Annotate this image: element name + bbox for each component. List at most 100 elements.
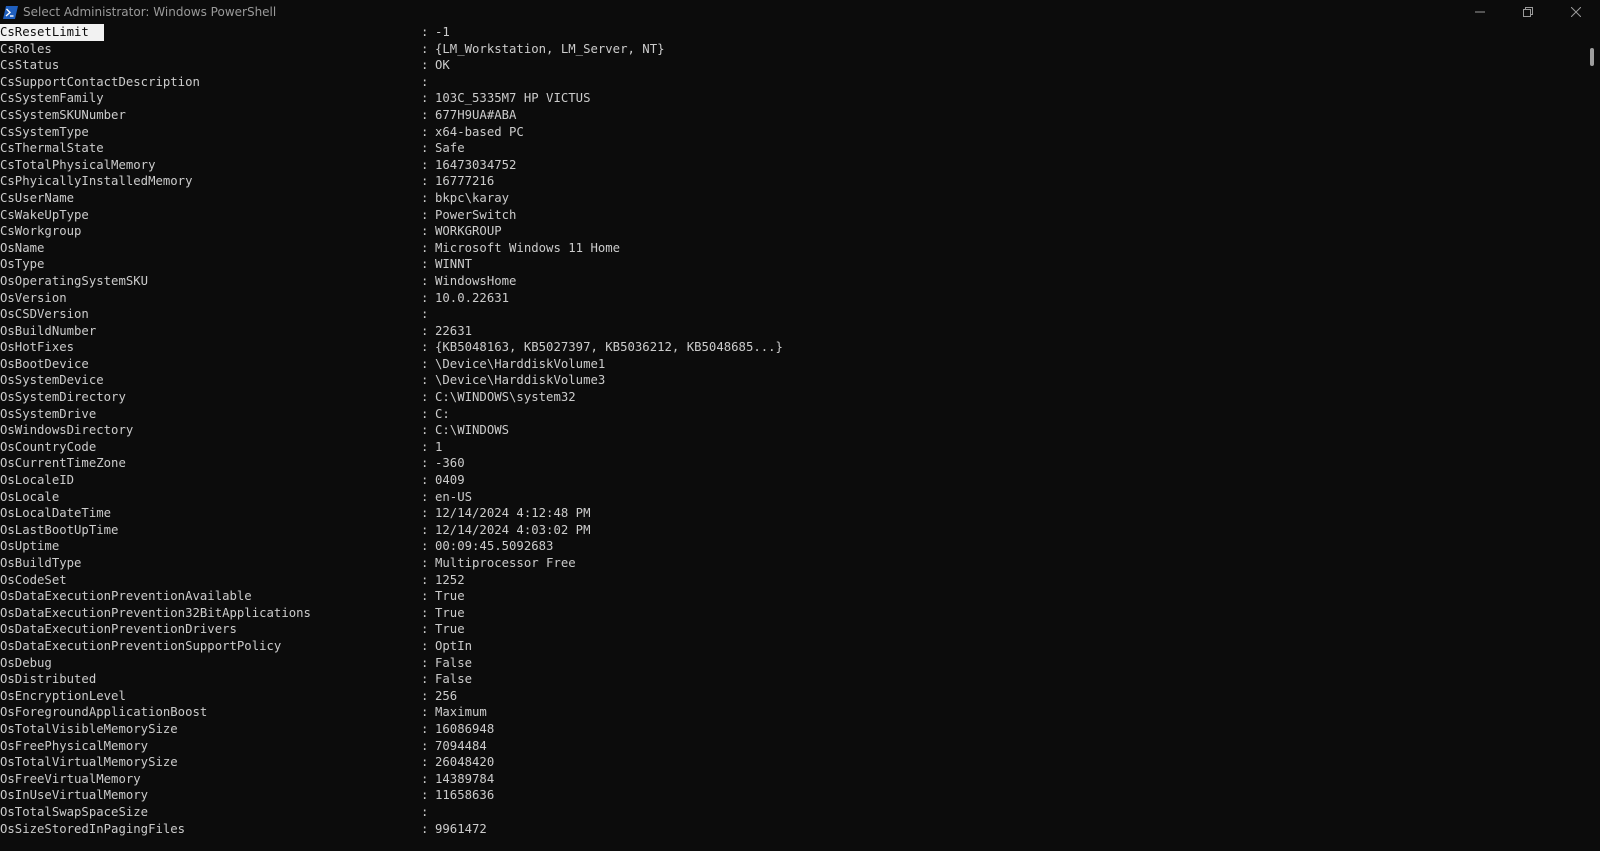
- console-row[interactable]: CsSystemSKUNumber:677H9UA#ABA: [0, 107, 1584, 124]
- scrollbar-thumb[interactable]: [1590, 48, 1594, 66]
- property-value: \Device\HarddiskVolume1: [435, 356, 606, 371]
- console-row-selected[interactable]: CsResetLimit: -1: [0, 24, 1584, 41]
- property-value: bkpc\karay: [435, 190, 510, 205]
- console-row[interactable]: OsDataExecutionPreventionAvailable: True: [0, 588, 1584, 605]
- console-row[interactable]: OsLocaleID:0409: [0, 472, 1584, 489]
- console-row[interactable]: OsFreeVirtualMemory:14389784: [0, 771, 1584, 788]
- property-separator: :: [421, 141, 429, 156]
- console-row[interactable]: OsTotalSwapSpaceSize:: [0, 804, 1584, 821]
- property-value: 12/14/2024 4:03:02 PM: [435, 522, 591, 537]
- console-row[interactable]: CsWakeUpType: PowerSwitch: [0, 207, 1584, 224]
- console-row[interactable]: CsRoles: {LM_Workstation, LM_Server, NT}: [0, 41, 1584, 58]
- property-value: C:: [435, 406, 450, 421]
- property-name: CsSupportContactDescription: [0, 74, 200, 89]
- property-separator: :: [421, 157, 429, 172]
- console-row[interactable]: OsCountryCode:1: [0, 439, 1584, 456]
- property-name: OsTotalSwapSpaceSize: [0, 804, 149, 819]
- property-value: False: [435, 672, 473, 687]
- property-separator: :: [421, 373, 429, 388]
- console-row[interactable]: OsSystemDevice: \Device\HarddiskVolume3: [0, 372, 1584, 389]
- console-row[interactable]: OsBootDevice: \Device\HarddiskVolume1: [0, 356, 1584, 373]
- property-value: WindowsHome: [435, 273, 517, 288]
- console-row[interactable]: OsDataExecutionPreventionDrivers: True: [0, 621, 1584, 638]
- property-separator: :: [421, 190, 429, 205]
- console-row[interactable]: CsThermalState: Safe: [0, 140, 1584, 157]
- console-row[interactable]: OsForegroundApplicationBoost: Maximum: [0, 704, 1584, 721]
- property-separator: :: [421, 556, 429, 570]
- property-value: 22631: [435, 323, 473, 338]
- console-row[interactable]: OsBuildNumber:22631: [0, 323, 1584, 340]
- property-name: OsDataExecutionPreventionAvailable: [0, 589, 252, 604]
- property-separator: :: [421, 721, 429, 736]
- console-row[interactable]: OsCodeSet:1252: [0, 572, 1584, 589]
- console-row[interactable]: OsUptime:00:09:45.5092683: [0, 538, 1584, 555]
- console-row[interactable]: OsDebug: False: [0, 655, 1584, 672]
- console-row[interactable]: OsTotalVirtualMemorySize:26048420: [0, 754, 1584, 771]
- property-name: CsSystemType: [0, 124, 89, 139]
- property-value: 26048420: [435, 755, 495, 770]
- console-row[interactable]: OsEncryptionLevel:256: [0, 688, 1584, 705]
- maximize-button[interactable]: [1504, 0, 1552, 24]
- property-name: OsBootDevice: [0, 356, 89, 371]
- console-row[interactable]: OsLocale: en-US: [0, 489, 1584, 506]
- property-name: CsSystemFamily: [0, 91, 104, 106]
- console-row[interactable]: OsWindowsDirectory: C:\WINDOWS: [0, 422, 1584, 439]
- console-row[interactable]: OsOperatingSystemSKU: WindowsHome: [0, 273, 1584, 290]
- property-value: 9961472: [435, 821, 487, 836]
- property-name: OsSizeStoredInPagingFiles: [0, 821, 186, 836]
- console-row[interactable]: CsSupportContactDescription:: [0, 74, 1584, 91]
- property-separator: :: [421, 74, 429, 89]
- console-row[interactable]: OsType: WINNT: [0, 256, 1584, 273]
- property-value: Microsoft Windows 11 Home: [435, 240, 621, 255]
- console-row[interactable]: OsCSDVersion:: [0, 306, 1584, 323]
- property-name: CsTotalPhysicalMemory: [0, 157, 156, 172]
- vertical-scrollbar[interactable]: [1584, 24, 1600, 851]
- property-name: OsEncryptionLevel: [0, 688, 126, 703]
- console-row[interactable]: CsSystemFamily:103C_5335M7 HP VICTUS: [0, 90, 1584, 107]
- property-name: CsWakeUpType: [0, 207, 89, 222]
- console-row[interactable]: CsStatus: OK: [0, 57, 1584, 74]
- console-row[interactable]: OsSystemDrive: C:: [0, 406, 1584, 423]
- console-row[interactable]: OsDataExecutionPrevention32BitApplicatio…: [0, 605, 1584, 622]
- property-name: OsTotalVirtualMemorySize: [0, 755, 178, 770]
- property-name: OsFreePhysicalMemory: [0, 738, 149, 753]
- console-row[interactable]: CsTotalPhysicalMemory:16473034752: [0, 157, 1584, 174]
- console-row[interactable]: OsBuildType: Multiprocessor Free: [0, 555, 1584, 572]
- console-row[interactable]: OsFreePhysicalMemory:7094484: [0, 738, 1584, 755]
- console-row[interactable]: OsSizeStoredInPagingFiles:9961472: [0, 821, 1584, 838]
- property-separator: :: [421, 240, 429, 255]
- property-separator: :: [421, 273, 429, 288]
- console-row[interactable]: OsDataExecutionPreventionSupportPolicy: O…: [0, 638, 1584, 655]
- property-separator: :: [421, 307, 429, 322]
- property-value: False: [435, 655, 473, 670]
- console-row[interactable]: OsName: Microsoft Windows 11 Home: [0, 240, 1584, 257]
- console-row[interactable]: OsHotFixes: {KB5048163, KB5027397, KB5036…: [0, 339, 1584, 356]
- console-row[interactable]: CsPhyicallyInstalledMemory:16777216: [0, 173, 1584, 190]
- property-separator: :: [421, 340, 429, 355]
- property-value: OptIn: [435, 638, 473, 653]
- console-output[interactable]: CsResetLimit: -1 CsRoles: {LM_Workstation, …: [0, 24, 1584, 851]
- console-row[interactable]: OsSystemDirectory: C:\WINDOWS\system32: [0, 389, 1584, 406]
- property-name: OsName: [0, 240, 45, 255]
- console-row[interactable]: CsUserName: bkpc\karay: [0, 190, 1584, 207]
- minimize-button[interactable]: [1456, 0, 1504, 24]
- property-separator: :: [421, 456, 429, 471]
- property-separator: :: [421, 439, 429, 454]
- console-row[interactable]: CsWorkgroup: WORKGROUP: [0, 223, 1584, 240]
- property-separator: :: [421, 672, 429, 687]
- console-row[interactable]: OsTotalVisibleMemorySize:16086948: [0, 721, 1584, 738]
- console-row[interactable]: CsSystemType: x64-based PC: [0, 124, 1584, 141]
- console-row[interactable]: OsVersion:10.0.22631: [0, 290, 1584, 307]
- property-value: WINNT: [435, 257, 473, 272]
- console-row[interactable]: OsDistributed: False: [0, 671, 1584, 688]
- property-separator: :: [421, 655, 429, 670]
- property-name: OsCountryCode: [0, 439, 97, 454]
- console-row[interactable]: OsInUseVirtualMemory:11658636: [0, 787, 1584, 804]
- console-row[interactable]: OsCurrentTimeZone: -360: [0, 455, 1584, 472]
- property-name: CsThermalState: [0, 141, 104, 156]
- title-bar[interactable]: Select Administrator: Windows PowerShell: [0, 0, 1600, 24]
- console-row[interactable]: OsLastBootUpTime:12/14/2024 4:03:02 PM: [0, 522, 1584, 539]
- console-row[interactable]: OsLocalDateTime:12/14/2024 4:12:48 PM: [0, 505, 1584, 522]
- close-button[interactable]: [1552, 0, 1600, 24]
- property-value: Maximum: [435, 705, 487, 720]
